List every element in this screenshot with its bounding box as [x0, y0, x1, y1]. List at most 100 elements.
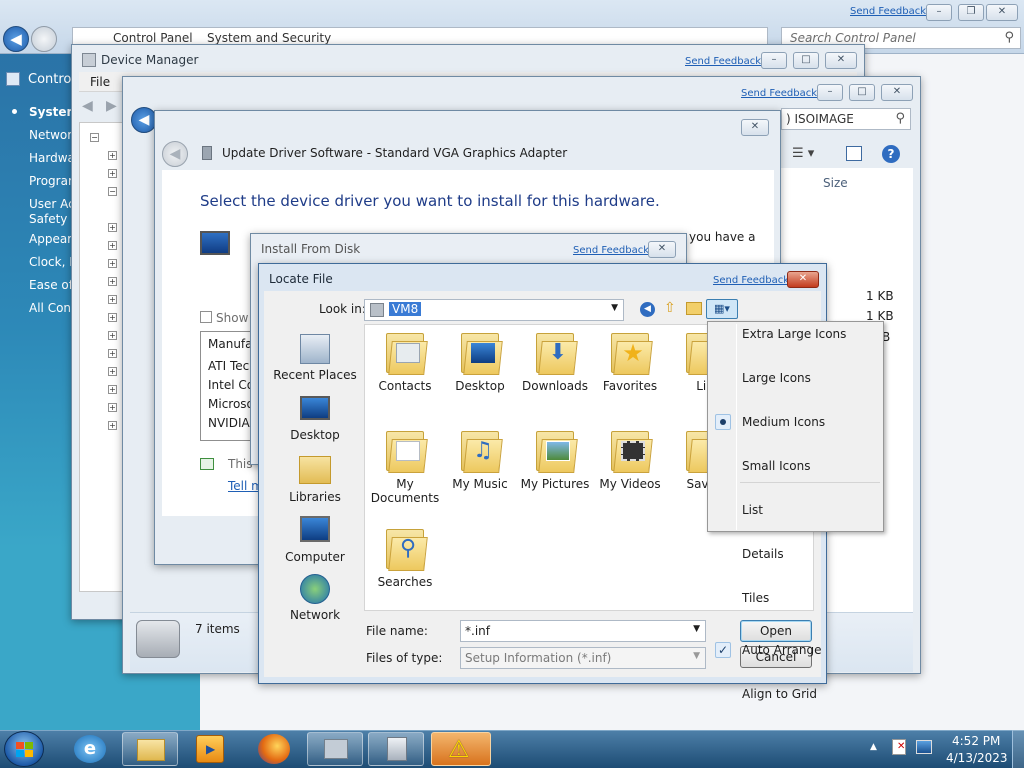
- sidebar-item-all-control-panel[interactable]: All Cont: [29, 301, 76, 315]
- tree-collapse-icon[interactable]: −: [108, 187, 117, 196]
- explorer-close-button[interactable]: ✕: [881, 84, 913, 101]
- breadcrumb-system-security[interactable]: System and Security: [207, 31, 331, 45]
- explorer-minimize-button[interactable]: –: [817, 84, 843, 101]
- ud-close-button[interactable]: ✕: [741, 119, 769, 136]
- menu-item-list[interactable]: List: [708, 499, 883, 521]
- file-item-my-documents[interactable]: My Documents: [370, 429, 440, 505]
- look-in-select[interactable]: VM8 ▼: [364, 299, 624, 321]
- tree-expand-icon[interactable]: +: [108, 259, 117, 268]
- tree-expand-icon[interactable]: +: [108, 295, 117, 304]
- manufacturer-item[interactable]: ATI Tec: [208, 359, 249, 373]
- manufacturer-item[interactable]: Microso: [208, 397, 254, 411]
- network-tray-icon[interactable]: [916, 740, 932, 754]
- maximize-button[interactable]: ❐: [958, 4, 984, 21]
- file-item-favorites[interactable]: ★ Favorites: [595, 331, 665, 393]
- manufacturer-item[interactable]: NVIDIA: [208, 416, 250, 430]
- start-button[interactable]: [4, 731, 44, 767]
- explorer-search-input[interactable]: ) ISOIMAGE ⚲: [781, 108, 911, 130]
- tree-expand-icon[interactable]: +: [108, 223, 117, 232]
- lf-close-button[interactable]: ✕: [787, 271, 819, 288]
- lf-back-icon[interactable]: ◀: [640, 302, 655, 317]
- dm-maximize-button[interactable]: □: [793, 52, 819, 69]
- action-center-icon[interactable]: ✕: [892, 739, 906, 755]
- preview-pane-icon[interactable]: [846, 146, 862, 161]
- tree-expand-icon[interactable]: +: [108, 169, 117, 178]
- ifd-close-button[interactable]: ✕: [648, 241, 676, 258]
- file-item-searches[interactable]: ⚲ Searches: [370, 527, 440, 589]
- breadcrumb-control-panel[interactable]: Control Panel: [113, 31, 193, 45]
- ud-back-icon[interactable]: ◀: [162, 141, 188, 167]
- chevron-down-icon[interactable]: ▼: [693, 624, 700, 634]
- place-computer[interactable]: Computer: [270, 516, 360, 564]
- dm-minimize-button[interactable]: –: [761, 52, 787, 69]
- manufacturer-header[interactable]: Manufa: [208, 337, 253, 351]
- up-folder-icon[interactable]: ⇧: [664, 300, 676, 316]
- place-network[interactable]: Network: [270, 574, 360, 622]
- help-icon[interactable]: ?: [882, 145, 900, 163]
- file-item-contacts[interactable]: Contacts: [370, 331, 440, 393]
- show-desktop-button[interactable]: [1012, 730, 1024, 768]
- menu-item-small-icons[interactable]: Small Icons: [708, 455, 883, 477]
- sidebar-item-clock[interactable]: Clock, L: [29, 255, 76, 269]
- file-name-input[interactable]: *.inf ▼: [460, 620, 706, 642]
- menu-item-extra-large-icons[interactable]: Extra Large Icons: [708, 323, 883, 345]
- menu-item-medium-icons[interactable]: Medium Icons: [708, 411, 883, 433]
- taskbar-device-manager-button[interactable]: [307, 732, 363, 766]
- sidebar-item-hardware[interactable]: Hardwa: [29, 151, 75, 165]
- internet-explorer-icon[interactable]: e: [74, 735, 106, 763]
- menu-item-auto-arrange[interactable]: ✓ Auto Arrange: [708, 639, 883, 661]
- file-item-my-videos[interactable]: My Videos: [595, 429, 665, 491]
- dm-close-button[interactable]: ✕: [825, 52, 857, 69]
- forward-arrow-icon[interactable]: [31, 26, 57, 52]
- dm-feedback-link[interactable]: Send Feedback: [685, 56, 761, 67]
- back-arrow-icon[interactable]: ◀: [3, 26, 29, 52]
- tree-expand-icon[interactable]: +: [108, 349, 117, 358]
- new-folder-icon[interactable]: [686, 302, 702, 315]
- firefox-icon[interactable]: [258, 734, 290, 764]
- tree-expand-icon[interactable]: +: [108, 421, 117, 430]
- files-of-type-select[interactable]: Setup Information (*.inf) ▼: [460, 647, 706, 669]
- media-player-icon[interactable]: ▶: [196, 735, 224, 763]
- tree-expand-icon[interactable]: +: [108, 331, 117, 340]
- tree-expand-icon[interactable]: +: [108, 367, 117, 376]
- taskbar-explorer-button[interactable]: [122, 732, 178, 766]
- place-desktop[interactable]: Desktop: [270, 396, 360, 442]
- tree-expand-icon[interactable]: +: [108, 151, 117, 160]
- lf-feedback-link[interactable]: Send Feedback: [713, 275, 789, 286]
- cp-feedback-link[interactable]: Send Feedback: [850, 6, 926, 17]
- views-icon[interactable]: ☰ ▾: [792, 146, 814, 161]
- dm-menu-file[interactable]: File: [90, 75, 110, 89]
- file-item-my-pictures[interactable]: My Pictures: [520, 429, 590, 491]
- file-item-downloads[interactable]: ⬇ Downloads: [520, 331, 590, 393]
- place-recent-places[interactable]: Recent Places: [270, 334, 360, 382]
- menu-item-large-icons[interactable]: Large Icons: [708, 367, 883, 389]
- ifd-feedback-link[interactable]: Send Feedback: [573, 245, 649, 256]
- manufacturer-item[interactable]: Intel Co: [208, 378, 254, 392]
- tree-expand-icon[interactable]: +: [108, 277, 117, 286]
- file-item-my-music[interactable]: ♫ My Music: [445, 429, 515, 491]
- dm-back-icon[interactable]: ◀: [82, 98, 93, 114]
- show-hidden-icons-chevron[interactable]: ▲: [870, 742, 877, 752]
- clock-time[interactable]: 4:52 PM: [952, 734, 1000, 748]
- tree-expand-icon[interactable]: +: [108, 313, 117, 322]
- taskbar-warning-button[interactable]: ⚠: [431, 732, 491, 766]
- menu-item-details[interactable]: Details: [708, 543, 883, 565]
- tree-collapse-icon[interactable]: −: [90, 133, 99, 142]
- minimize-button[interactable]: –: [926, 4, 952, 21]
- view-menu-icon[interactable]: ▦▾: [706, 299, 738, 319]
- tree-expand-icon[interactable]: +: [108, 385, 117, 394]
- menu-item-tiles[interactable]: Tiles: [708, 587, 883, 609]
- column-header-size[interactable]: Size: [823, 176, 848, 190]
- file-item-desktop[interactable]: Desktop: [445, 331, 515, 393]
- clock-date[interactable]: 4/13/2023: [946, 751, 1008, 765]
- taskbar-control-panel-button[interactable]: [368, 732, 424, 766]
- show-compatible-checkbox[interactable]: [200, 311, 212, 323]
- tree-expand-icon[interactable]: +: [108, 403, 117, 412]
- place-libraries[interactable]: Libraries: [270, 456, 360, 504]
- close-button[interactable]: ✕: [986, 4, 1018, 21]
- menu-item-align-to-grid[interactable]: Align to Grid: [708, 683, 883, 705]
- tree-expand-icon[interactable]: +: [108, 241, 117, 250]
- dm-forward-icon[interactable]: ▶: [106, 98, 117, 114]
- explorer-feedback-link[interactable]: Send Feedback: [741, 88, 817, 99]
- explorer-maximize-button[interactable]: □: [849, 84, 875, 101]
